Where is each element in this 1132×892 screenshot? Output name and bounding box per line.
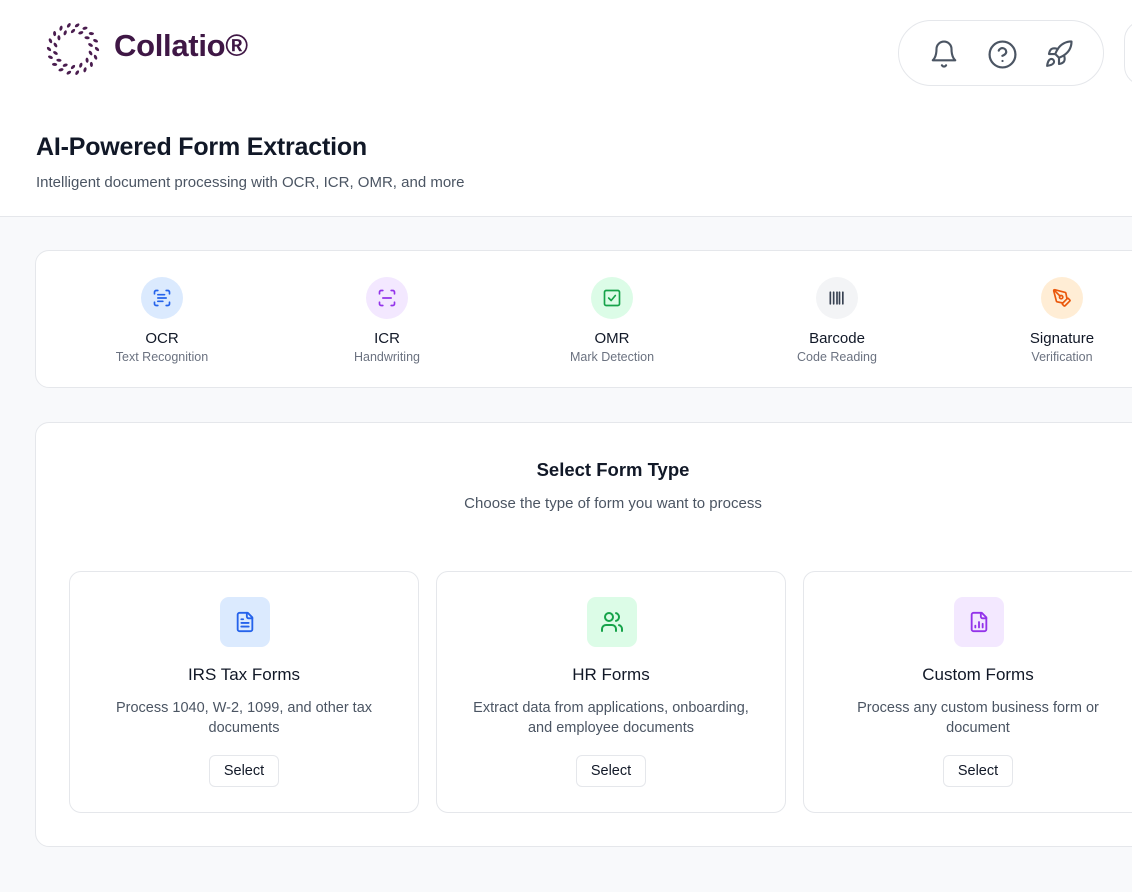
select-irs-button[interactable]: Select [209, 755, 279, 787]
bell-icon [931, 40, 957, 68]
logo-dot [75, 70, 80, 75]
logo-dot [66, 23, 71, 28]
logo-dot [53, 42, 58, 48]
checkbox-icon [603, 289, 621, 307]
capability-icr: ICR Handwriting [307, 277, 467, 364]
logo-dot [53, 30, 57, 37]
logo-dot [48, 55, 53, 59]
page-title: AI-Powered Form Extraction [36, 133, 367, 161]
logo-dot [62, 63, 68, 67]
form-type-desc: Process any custom business form or docu… [857, 700, 1099, 736]
logo-dot [63, 30, 67, 36]
notifications-button[interactable] [927, 37, 961, 71]
logo-dot [56, 58, 62, 62]
form-type-desc: Process 1040, W-2, 1099, and other tax d… [115, 700, 373, 736]
pen-tool-icon [1052, 288, 1071, 307]
logo-dot [59, 25, 63, 31]
logo-dot [93, 54, 98, 60]
form-type-name: HR Forms [572, 665, 650, 684]
capability-signature: Signature Verification [982, 277, 1132, 364]
scan-icon [378, 289, 396, 307]
collatio-logo-icon [46, 23, 100, 75]
capability-name: ICR [374, 330, 400, 347]
select-hr-button[interactable]: Select [576, 755, 646, 787]
capability-desc: Mark Detection [569, 350, 655, 364]
text-scan-icon [153, 289, 171, 307]
question-circle-icon [987, 39, 1017, 69]
barcode-icon [829, 291, 844, 305]
logo-dot [48, 38, 53, 44]
capability-icon-bg [816, 277, 858, 319]
logo-dot [84, 36, 90, 40]
form-type-icon-bg [954, 597, 1004, 647]
form-type-name: Custom Forms [922, 665, 1034, 684]
form-type-custom[interactable]: Custom Forms Process any custom business… [803, 571, 1132, 813]
logo-dot [83, 67, 87, 73]
capabilities-panel: OCR Text Recognition ICR Handwriting OMR… [35, 250, 1132, 388]
logo-dot [70, 64, 76, 70]
top-header: Collatio® AI-Powered Form Extraction Int… [0, 0, 1132, 217]
logo-dot [93, 39, 98, 43]
chart-file-icon [970, 611, 988, 633]
logo-dot [79, 62, 83, 68]
capability-barcode: Barcode Code Reading [757, 277, 917, 364]
user-menu-button[interactable] [1124, 20, 1132, 86]
form-type-hr[interactable]: HR Forms Extract data from applications,… [436, 571, 786, 813]
capability-desc: Code Reading [797, 350, 877, 364]
capability-ocr: OCR Text Recognition [82, 277, 242, 364]
logo-dot [46, 46, 52, 52]
select-custom-button[interactable]: Select [943, 755, 1013, 787]
capability-icon-bg [366, 277, 408, 319]
logo-dot [74, 23, 80, 28]
capability-icon-bg [141, 277, 183, 319]
logo-dot [52, 62, 58, 66]
capability-name: OCR [145, 330, 179, 347]
section-title: Select Form Type [536, 459, 690, 480]
form-type-desc: Extract data from applications, onboardi… [473, 700, 749, 736]
logo-dot [88, 43, 93, 47]
capability-desc: Text Recognition [115, 350, 209, 364]
form-type-icon-bg [220, 597, 270, 647]
users-icon [601, 612, 623, 632]
capability-icon-bg [591, 277, 633, 319]
help-button[interactable] [985, 37, 1019, 71]
form-type-irs[interactable]: IRS Tax Forms Process 1040, W-2, 1099, a… [69, 571, 419, 813]
brand-name: Collatio® [114, 28, 248, 63]
header-toolbar [898, 20, 1104, 86]
logo-dot [58, 68, 64, 72]
section-subtitle: Choose the type of form you want to proc… [464, 495, 762, 512]
form-type-panel: Select Form Type Choose the type of form… [35, 422, 1132, 847]
logo-dot [88, 32, 94, 36]
rocket-icon [1046, 40, 1073, 67]
document-icon [236, 611, 254, 633]
form-type-icon-bg [587, 597, 637, 647]
page-subtitle: Intelligent document processing with OCR… [36, 174, 465, 191]
form-type-name: IRS Tax Forms [187, 665, 301, 684]
logo-dot [57, 35, 61, 41]
logo-dot [78, 31, 84, 35]
capability-name: Barcode [809, 330, 865, 347]
capability-name: Signature [1029, 330, 1095, 347]
capability-icon-bg [1041, 277, 1083, 319]
logo-dot [53, 51, 58, 55]
capability-desc: Verification [1031, 350, 1093, 364]
logo-dot [94, 46, 100, 52]
logo-dot [85, 57, 89, 63]
capability-desc: Handwriting [353, 350, 420, 364]
logo-dot [70, 28, 76, 34]
logo-dot [89, 61, 93, 68]
capability-omr: OMR Mark Detection [532, 277, 692, 364]
logo-dot [66, 70, 72, 75]
logo-dot [88, 50, 93, 56]
capability-name: OMR [594, 330, 630, 347]
logo-dot [82, 26, 88, 30]
launch-button[interactable] [1042, 37, 1076, 71]
